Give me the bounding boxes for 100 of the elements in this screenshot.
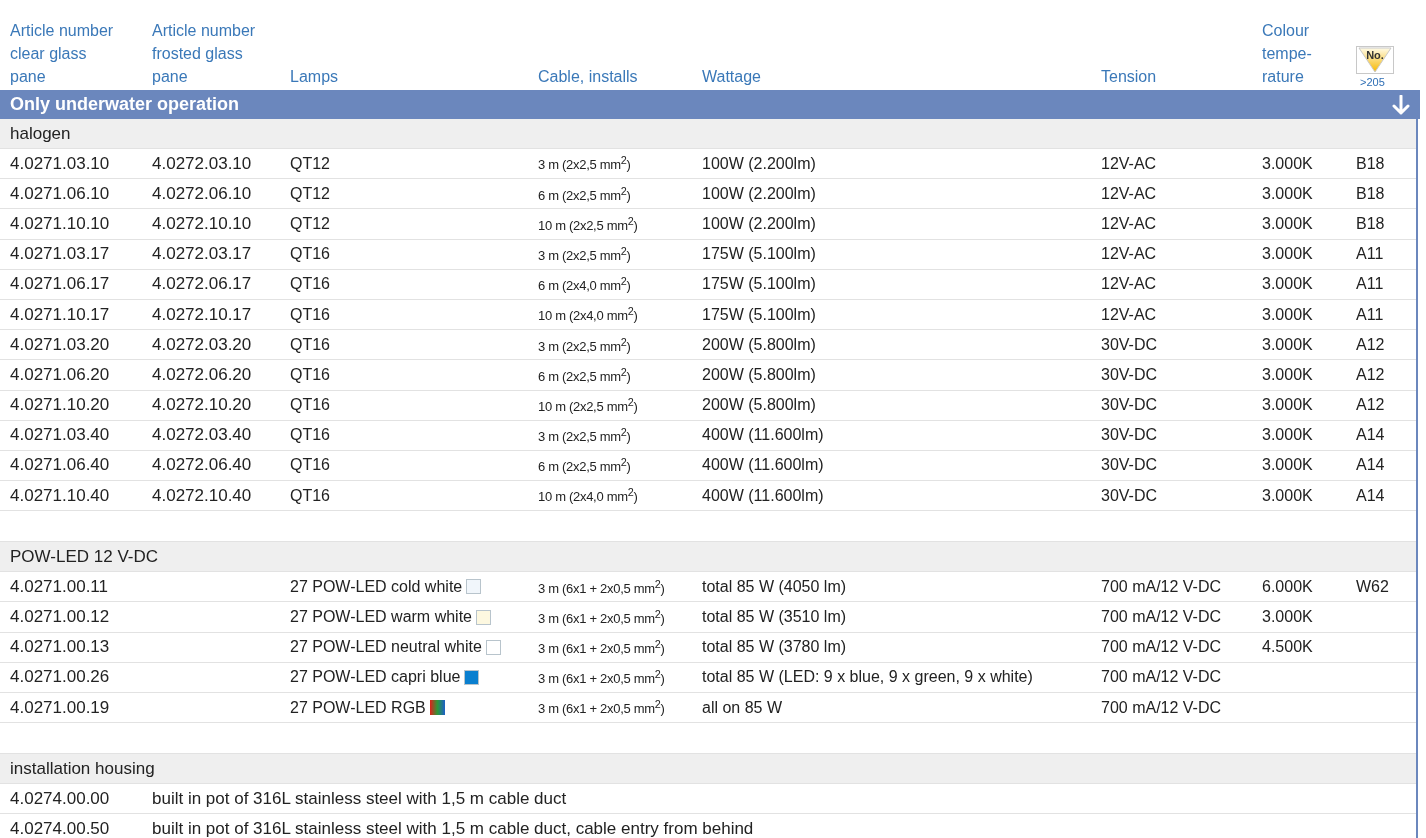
description: built in pot of 316L stainless steel with 1,5 m cable duct, cable entry from behind xyxy=(152,818,754,838)
colour-temperature: 3.000K xyxy=(1262,608,1313,627)
wattage: all on 85 W xyxy=(702,698,783,717)
wattage: 100W (2.200lm) xyxy=(702,184,816,203)
lamp-name: QT16 xyxy=(290,275,330,294)
cable-spec: 3 m (6x1 + 2x0,5 mm$^{2}$) xyxy=(538,698,665,717)
lamp-name: QT16 xyxy=(290,245,330,264)
article-number: 4.0271.06.20 xyxy=(10,364,110,385)
wattage: 175W (5.100lm) xyxy=(702,245,816,264)
lamp-name: QT12 xyxy=(290,184,330,203)
group-header: halogen xyxy=(0,119,1416,149)
page-reference: B18 xyxy=(1356,214,1385,233)
page-reference: A12 xyxy=(1356,396,1385,415)
lamp-name: QT16 xyxy=(290,335,330,354)
article-number: 4.0272.10.10 xyxy=(152,213,252,234)
lamp-name: 27 POW-LED RGB xyxy=(290,698,426,717)
cable-spec: 3 m (2x2,5 mm$^{2}$) xyxy=(538,335,631,354)
cable-spec: 10 m (2x2,5 mm$^{2}$) xyxy=(538,214,638,234)
lamp-name: 27 POW-LED warm white xyxy=(290,608,472,627)
article-number: 4.0271.00.19 xyxy=(10,697,110,718)
article-number: 4.0271.03.40 xyxy=(10,425,110,446)
cable-spec: 6 m (2x2,5 mm$^{2}$) xyxy=(538,365,631,385)
badge-label: No. xyxy=(1365,49,1385,61)
tension: 30V-DC xyxy=(1101,335,1158,354)
article-number: 4.0272.06.20 xyxy=(152,364,252,385)
cable-spec: 3 m (6x1 + 2x0,5 mm$^{2}$) xyxy=(538,638,665,657)
cable-spec: 6 m (2x2,5 mm$^{2}$) xyxy=(538,456,631,475)
cable-spec: 3 m (2x2,5 mm$^{2}$) xyxy=(538,154,631,173)
cable-spec: 3 m (2x2,5 mm$^{2}$) xyxy=(538,426,631,445)
tension: 30V-DC xyxy=(1101,426,1158,445)
article-number: 4.0272.03.17 xyxy=(152,244,252,265)
page-reference: A11 xyxy=(1356,245,1384,264)
lamp-name: QT16 xyxy=(290,486,330,505)
page-reference: A11 xyxy=(1356,275,1384,294)
article-number: 4.0272.06.10 xyxy=(152,183,252,204)
article-number: 4.0272.10.20 xyxy=(152,395,252,416)
cable-spec: 10 m (2x4,0 mm$^{2}$) xyxy=(538,486,638,505)
column-header: Wattage xyxy=(702,67,761,87)
cable-spec: 3 m (6x1 + 2x0,5 mm$^{2}$) xyxy=(538,668,665,687)
tension: 30V-DC xyxy=(1101,486,1158,505)
group-header: installation housing xyxy=(0,754,1416,785)
article-number: 4.0274.00.50 xyxy=(10,818,110,838)
tension: 700 mA/12 V-DC xyxy=(1101,668,1222,687)
wattage: 400W (11.600lm) xyxy=(702,486,824,505)
page-reference: A14 xyxy=(1356,486,1385,505)
lamp-name: 27 POW-LED capri blue xyxy=(290,668,461,687)
article-number: 4.0271.10.40 xyxy=(10,485,110,506)
wattage: total 85 W (3510 lm) xyxy=(702,608,847,627)
column-header: Tension xyxy=(1101,67,1157,87)
lamp-name: QT16 xyxy=(290,396,330,415)
article-number: 4.0271.00.12 xyxy=(10,607,110,628)
colour-temperature: 3.000K xyxy=(1262,154,1313,173)
wattage: total 85 W (3780 lm) xyxy=(702,638,847,657)
colour-swatch xyxy=(429,700,445,716)
article-number: 4.0272.03.40 xyxy=(152,425,252,446)
colour-temperature: 3.000K xyxy=(1262,486,1313,505)
page-reference: A12 xyxy=(1356,365,1385,384)
wattage: 100W (2.200lm) xyxy=(702,154,816,173)
article-number: 4.0271.03.20 xyxy=(10,334,110,355)
article-number: 4.0271.03.17 xyxy=(10,244,110,265)
article-number: 4.0271.00.11 xyxy=(10,576,108,597)
lamp-name: QT12 xyxy=(290,214,330,233)
wattage: 175W (5.100lm) xyxy=(702,305,816,324)
down-arrow-icon[interactable] xyxy=(1392,94,1410,115)
column-header: Article number clear glass pane xyxy=(10,21,114,87)
tension: 30V-DC xyxy=(1101,396,1158,415)
article-number: 4.0271.03.10 xyxy=(10,153,110,174)
page-reference: B18 xyxy=(1356,154,1385,173)
tension: 12V-AC xyxy=(1101,154,1157,173)
article-number: 4.0271.10.10 xyxy=(10,213,110,234)
column-header: Lamps xyxy=(290,67,339,87)
cable-spec: 3 m (2x2,5 mm$^{2}$) xyxy=(538,245,631,264)
page-reference: A11 xyxy=(1356,305,1384,324)
article-number: 4.0271.10.20 xyxy=(10,395,110,416)
lamp-name: QT16 xyxy=(290,426,330,445)
tension: 30V-DC xyxy=(1101,456,1158,475)
cable-spec: 10 m (2x2,5 mm$^{2}$) xyxy=(538,395,638,415)
column-header: Cable, installs xyxy=(538,67,638,87)
page-reference: A14 xyxy=(1356,456,1385,475)
column-header: Colour tempe- rature xyxy=(1262,21,1312,87)
tension: 12V-AC xyxy=(1101,184,1157,203)
group-header: POW-LED 12 V-DC xyxy=(0,542,1416,573)
wattage: 200W (5.800lm) xyxy=(702,365,816,384)
page-reference: A14 xyxy=(1356,426,1385,445)
colour-temperature: 3.000K xyxy=(1262,245,1313,264)
article-number: 4.0272.10.17 xyxy=(152,304,252,325)
lamp-name: QT16 xyxy=(290,305,330,324)
colour-temperature: 3.000K xyxy=(1262,456,1313,475)
colour-temperature: 3.000K xyxy=(1262,365,1313,384)
tension: 700 mA/12 V-DC xyxy=(1101,638,1222,657)
column-header: Article number frosted glass pane xyxy=(152,21,256,87)
article-number: 4.0271.06.40 xyxy=(10,455,110,476)
wattage: total 85 W (4050 lm) xyxy=(702,577,847,596)
wattage: 200W (5.800lm) xyxy=(702,335,816,354)
page-reference: A12 xyxy=(1356,335,1385,354)
wattage: 400W (11.600lm) xyxy=(702,456,824,475)
lamp-name: QT12 xyxy=(290,154,330,173)
cable-spec: 3 m (6x1 + 2x0,5 mm$^{2}$) xyxy=(538,577,665,596)
tension: 700 mA/12 V-DC xyxy=(1101,608,1222,627)
cable-spec: 10 m (2x4,0 mm$^{2}$) xyxy=(538,305,638,324)
